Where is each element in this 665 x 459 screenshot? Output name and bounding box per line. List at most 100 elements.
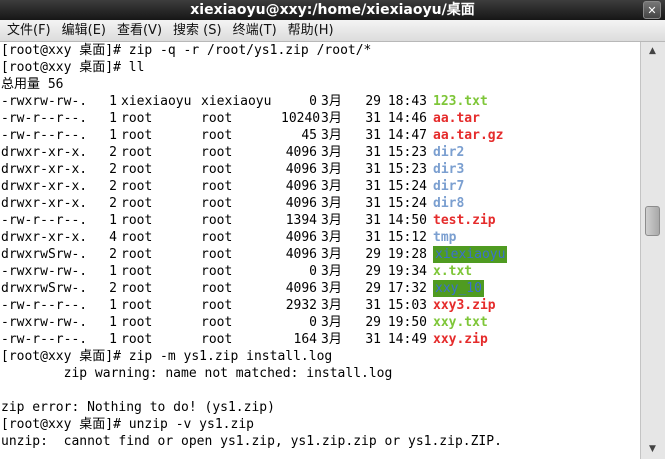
file-name: dir8 <box>433 196 465 211</box>
file-time: 14:50 <box>387 213 427 228</box>
vertical-scrollbar[interactable]: ▲ ▼ <box>640 42 665 459</box>
file-size: 0 <box>309 264 317 279</box>
file-owner: xiexiaoyu <box>121 94 192 109</box>
file-size: 0 <box>309 315 317 330</box>
file-group: root <box>201 179 233 194</box>
file-time: 15:23 <box>387 162 427 177</box>
file-time: 15:12 <box>387 230 427 245</box>
file-perm: drwxr-xr-x. <box>1 162 88 177</box>
file-perm: -rwxrw-rw-. <box>1 94 88 109</box>
file-owner: root <box>121 196 153 211</box>
scroll-down-icon[interactable]: ▼ <box>645 442 660 456</box>
scroll-up-icon[interactable]: ▲ <box>645 44 660 58</box>
scroll-thumb[interactable] <box>645 206 660 236</box>
file-size: 4096 <box>285 247 317 262</box>
file-group: root <box>201 196 233 211</box>
file-month: 3月 <box>321 213 342 228</box>
file-links: 2 <box>109 145 117 160</box>
file-row: -rw-r--r--. 1 root root 1394 3月 31 14:50 test.zi… <box>1 212 639 229</box>
file-owner: root <box>121 281 153 296</box>
command-line: [root@xxy 桌面]# ll <box>1 60 145 75</box>
file-perm: -rw-r--r--. <box>1 213 88 228</box>
file-name: xxy.txt <box>433 315 488 330</box>
file-group: root <box>201 128 233 143</box>
file-time: 19:34 <box>387 264 427 279</box>
file-owner: root <box>121 264 153 279</box>
menu-item[interactable]: 查看(V) <box>110 20 166 42</box>
file-size: 4096 <box>285 196 317 211</box>
file-name: dir2 <box>433 145 465 160</box>
file-day: 31 <box>365 230 381 245</box>
file-owner: root <box>121 315 153 330</box>
command-line: [root@xxy 桌面]# zip -m ys1.zip install.lo… <box>1 349 333 364</box>
file-month: 3月 <box>321 162 342 177</box>
title-bar[interactable]: xiexiaoyu@xxy:/home/xiexiaoyu/桌面 ✕ <box>0 0 665 20</box>
file-name: xxy_10 <box>433 280 484 297</box>
file-month: 3月 <box>321 111 342 126</box>
file-row: drwxrwSrw-. 2 root root 4096 3月 29 19:28 xiexiao… <box>1 246 639 263</box>
file-group: root <box>201 162 233 177</box>
file-group: root <box>201 298 233 313</box>
file-name: xiexiaoyu <box>433 246 508 263</box>
file-row: -rwxrw-rw-. 1 root root 0 3月 29 19:50 xxy.txt <box>1 314 639 331</box>
file-month: 3月 <box>321 94 342 109</box>
error-line: zip error: Nothing to do! (ys1.zip) <box>1 400 275 415</box>
file-links: 1 <box>109 128 117 143</box>
file-perm: drwxrwSrw-. <box>1 281 88 296</box>
file-month: 3月 <box>321 145 342 160</box>
menu-item[interactable]: 搜索 (S) <box>166 20 226 42</box>
file-group: root <box>201 145 233 160</box>
file-group: root <box>201 281 233 296</box>
file-perm: -rwxrw-rw-. <box>1 264 88 279</box>
file-links: 1 <box>109 264 117 279</box>
file-time: 15:24 <box>387 196 427 211</box>
file-time: 14:47 <box>387 128 427 143</box>
file-row: -rwxrw-rw-. 1 xiexiaoyu xiexiaoyu 0 3月 29 18:43… <box>1 93 639 110</box>
file-links: 1 <box>109 315 117 330</box>
file-links: 1 <box>109 298 117 313</box>
file-size: 4096 <box>285 162 317 177</box>
file-owner: root <box>121 213 153 228</box>
file-name: aa.tar <box>433 111 480 126</box>
file-links: 1 <box>109 94 117 109</box>
file-group: root <box>201 264 233 279</box>
file-time: 18:43 <box>387 94 427 109</box>
file-perm: drwxr-xr-x. <box>1 179 88 194</box>
menu-item[interactable]: 终端(T) <box>226 20 281 42</box>
file-size: 45 <box>301 128 317 143</box>
file-day: 31 <box>365 162 381 177</box>
file-name: dir3 <box>433 162 465 177</box>
file-group: root <box>201 213 233 228</box>
file-month: 3月 <box>321 315 342 330</box>
file-day: 31 <box>365 128 381 143</box>
file-perm: -rw-r--r--. <box>1 298 88 313</box>
file-size: 4096 <box>285 145 317 160</box>
file-links: 2 <box>109 247 117 262</box>
file-owner: root <box>121 179 153 194</box>
file-name: tmp <box>433 230 457 245</box>
close-icon[interactable]: ✕ <box>643 1 661 19</box>
file-time: 17:32 <box>387 281 427 296</box>
menu-item[interactable]: 编辑(E) <box>55 20 110 42</box>
file-name: x.txt <box>433 264 473 279</box>
file-month: 3月 <box>321 264 342 279</box>
file-time: 15:03 <box>387 298 427 313</box>
file-links: 2 <box>109 162 117 177</box>
terminal-output[interactable]: [root@xxy 桌面]# zip -q -r /root/ys1.zip /… <box>0 42 640 459</box>
file-month: 3月 <box>321 247 342 262</box>
file-group: xiexiaoyu <box>201 94 272 109</box>
file-perm: -rw-r--r--. <box>1 128 88 143</box>
file-size: 2932 <box>285 298 317 313</box>
file-perm: -rwxrw-rw-. <box>1 315 88 330</box>
window-title: xiexiaoyu@xxy:/home/xiexiaoyu/桌面 <box>190 2 475 18</box>
file-group: root <box>201 111 233 126</box>
file-time: 19:28 <box>387 247 427 262</box>
file-size: 10240 <box>281 111 321 126</box>
file-row: drwxr-xr-x. 2 root root 4096 3月 31 15:23 dir3 <box>1 161 639 178</box>
menu-item[interactable]: 帮助(H) <box>281 20 338 42</box>
menu-item[interactable]: 文件(F) <box>0 20 55 42</box>
file-day: 29 <box>365 94 381 109</box>
menu-bar: 文件(F) 编辑(E) 查看(V) 搜索 (S) 终端(T) 帮助(H) <box>0 20 665 42</box>
file-time: 14:46 <box>387 111 427 126</box>
file-links: 1 <box>109 111 117 126</box>
